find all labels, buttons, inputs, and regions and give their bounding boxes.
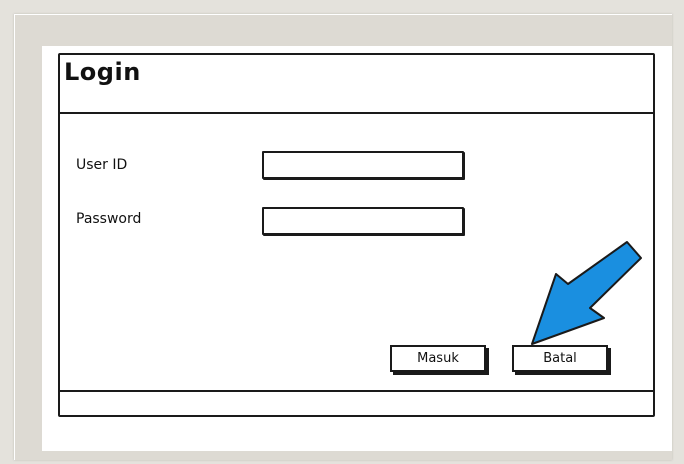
- pointer-arrow-icon: [531, 241, 642, 345]
